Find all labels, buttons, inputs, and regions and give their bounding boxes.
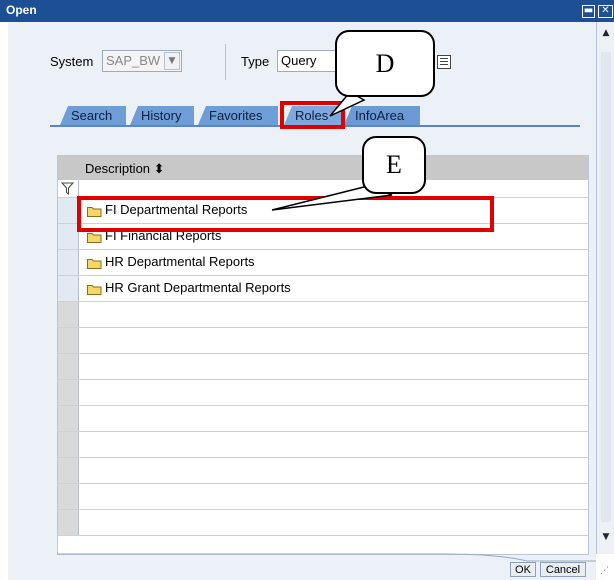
empty-table-row xyxy=(58,406,588,432)
title-bar: Open ▬ ✕ xyxy=(0,0,614,22)
horizontal-scrollbar[interactable] xyxy=(57,553,596,562)
row-selector xyxy=(58,354,79,379)
empty-table-row xyxy=(58,380,588,406)
row-selector xyxy=(58,432,79,457)
tab-history-label: History xyxy=(141,108,182,123)
dropdown-icon[interactable]: ▼ xyxy=(164,52,180,70)
row-selector xyxy=(58,328,79,353)
role-label: HR Departmental Reports xyxy=(105,254,255,269)
callout-e: E xyxy=(362,136,426,194)
ok-button[interactable]: OK xyxy=(510,562,536,577)
empty-table-row xyxy=(58,484,588,510)
filter-icon[interactable] xyxy=(58,180,79,197)
role-label: HR Grant Departmental Reports xyxy=(105,280,291,295)
filter-separator xyxy=(225,44,226,80)
cancel-button[interactable]: Cancel xyxy=(540,562,586,577)
row-selector xyxy=(58,380,79,405)
tab-infoarea[interactable]: InfoArea xyxy=(344,106,420,125)
roles-tab-highlight xyxy=(280,101,345,129)
tab-history[interactable]: History xyxy=(130,106,194,125)
type-value: Query xyxy=(281,53,317,68)
system-label: System xyxy=(50,54,94,69)
list-icon[interactable] xyxy=(437,55,451,69)
tab-search[interactable]: Search xyxy=(60,106,126,125)
row-selector xyxy=(58,458,79,483)
folder-icon xyxy=(87,283,102,295)
empty-table-row xyxy=(58,458,588,484)
scroll-up-icon[interactable]: ▲ xyxy=(600,28,612,42)
tab-search-label: Search xyxy=(71,108,113,123)
table-header: Description ⬍ xyxy=(58,156,588,180)
row-selector xyxy=(58,406,79,431)
row-selector[interactable] xyxy=(58,198,79,223)
row-selector xyxy=(58,510,79,535)
type-label: Type xyxy=(241,54,270,69)
tab-favorites[interactable]: Favorites xyxy=(198,106,278,125)
resize-grip-icon[interactable]: ⋰ xyxy=(600,566,609,576)
tab-favorites-label: Favorites xyxy=(209,108,263,123)
scroll-down-icon[interactable]: ▼ xyxy=(600,532,612,546)
row-highlight xyxy=(77,196,494,232)
row-selector xyxy=(58,484,79,509)
system-select[interactable]: SAP_BW ▼ xyxy=(102,50,182,72)
scrollbar-track[interactable] xyxy=(601,52,611,522)
system-value: SAP_BW xyxy=(106,53,161,68)
row-selector[interactable] xyxy=(58,276,79,301)
description-column-header[interactable]: Description ⬍ xyxy=(85,161,165,177)
folder-icon xyxy=(87,257,102,269)
row-selector[interactable] xyxy=(58,250,79,275)
empty-table-row xyxy=(58,328,588,354)
table-row[interactable]: HR Departmental Reports xyxy=(58,250,588,276)
window-title: Open xyxy=(6,3,37,17)
vertical-scrollbar[interactable]: ▲ ▼ xyxy=(596,22,614,554)
empty-table-row xyxy=(58,432,588,458)
row-selector xyxy=(58,302,79,327)
close-icon[interactable]: ✕ xyxy=(598,5,613,18)
row-selector[interactable] xyxy=(58,224,79,249)
folder-icon xyxy=(87,231,102,243)
callout-d: D xyxy=(335,30,435,97)
empty-table-row xyxy=(58,510,588,536)
table-row[interactable]: HR Grant Departmental Reports xyxy=(58,276,588,302)
tab-infoarea-label: InfoArea xyxy=(355,108,405,123)
empty-table-row xyxy=(58,302,588,328)
minimize-icon[interactable]: ▬ xyxy=(582,5,595,18)
empty-table-row xyxy=(58,354,588,380)
